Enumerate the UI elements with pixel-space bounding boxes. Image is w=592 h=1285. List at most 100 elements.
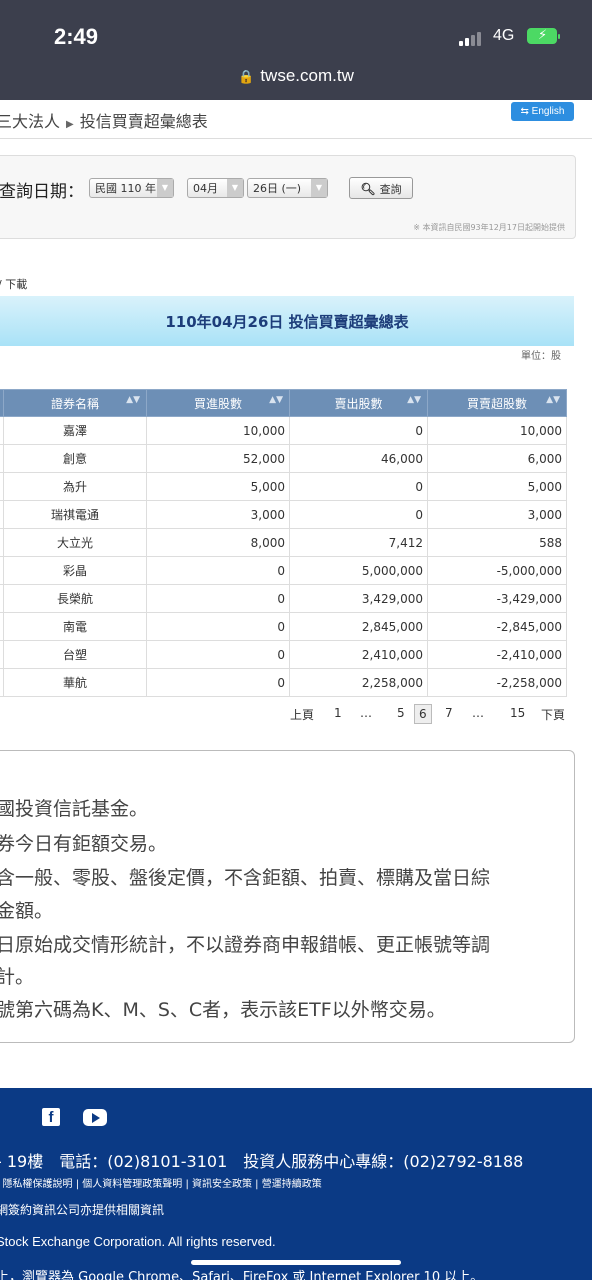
download-link[interactable]: / 下載 (0, 276, 27, 292)
table-row: 華航 0 2,258,000 -2,258,000 (0, 668, 567, 697)
prev-page[interactable]: 上頁 (290, 706, 314, 723)
header-buy[interactable]: 買進股數 ▲▼ (146, 389, 290, 417)
page-ellipsis: … (360, 706, 372, 720)
swap-icon: ⇆ (520, 106, 532, 117)
cell-buy: 0 (146, 556, 290, 585)
youtube-icon[interactable] (83, 1109, 107, 1126)
url-text: twse.com.tw (260, 66, 354, 85)
chevron-down-icon: ▼ (227, 179, 243, 197)
table-row: 台塑 0 2,410,000 -2,410,000 (0, 640, 567, 669)
cell-net: 6,000 (427, 444, 567, 473)
table-row: 為升 5,000 0 5,000 (0, 472, 567, 501)
cell-name[interactable]: 彩晶 (3, 556, 147, 585)
network-type: 4G (493, 27, 515, 44)
cell-net: 10,000 (427, 416, 567, 445)
cell-buy: 52,000 (146, 444, 290, 473)
cell-name[interactable]: 南電 (3, 612, 147, 641)
cell-buy: 10,000 (146, 416, 290, 445)
header-net[interactable]: 買賣超股數 ▲▼ (427, 389, 567, 417)
year-select[interactable]: 民國 110 年 ▼ (89, 178, 174, 198)
day-select[interactable]: 26日 (一) ▼ (247, 178, 328, 198)
summary-table: 證券名稱 ▲▼ 買進股數 ▲▼ 賣出股數 ▲▼ 買賣超股數 ▲▼ 嘉澤 10,000 0 10… (0, 389, 567, 697)
english-button[interactable]: ⇆ English (511, 102, 574, 121)
breadcrumb: 三大法人 ▶ 投信買賣超彙總表 (0, 100, 592, 139)
page-1[interactable]: 1 (334, 706, 342, 720)
cell-sell: 5,000,000 (289, 556, 428, 585)
report-title: 110年04月26日 投信買賣超彙總表 (165, 313, 409, 331)
cell-name[interactable]: 嘉澤 (3, 416, 147, 445)
footer-info: 網簽約資訊公司亦提供相關資訊 (0, 1203, 165, 1217)
query-note: ※ 本資訊自民國93年12月17日起開始提供 (413, 223, 565, 232)
cell-name[interactable]: 瑞祺電通 (3, 500, 147, 529)
browser-top-bar: 2:49 4G ⚡ 🔒 twse.com.tw (0, 0, 592, 100)
month-value: 04月 (193, 182, 218, 195)
page-ellipsis: … (472, 706, 484, 720)
cell-net: 3,000 (427, 500, 567, 529)
page-7[interactable]: 7 (445, 706, 453, 720)
table-row: 彩晶 0 5,000,000 -5,000,000 (0, 556, 567, 585)
cell-sell: 7,412 (289, 528, 428, 557)
sort-icon: ▲▼ (407, 395, 421, 405)
cell-sell: 0 (289, 416, 428, 445)
table-row: 瑞祺電通 3,000 0 3,000 (0, 500, 567, 529)
cell-sell: 2,845,000 (289, 612, 428, 641)
cell-net: -2,845,000 (427, 612, 567, 641)
note-line: 號第六碼為K、M、S、C者，表示該ETF以外幣交易。 (0, 999, 446, 1021)
report-title-band: 110年04月26日 投信買賣超彙總表 (0, 296, 574, 346)
note-line: 計。 (0, 966, 35, 988)
cell-buy: 0 (146, 668, 290, 697)
cell-name[interactable]: 台塑 (3, 640, 147, 669)
cell-net: 588 (427, 528, 567, 557)
cell-net: -3,429,000 (427, 584, 567, 613)
page-15[interactable]: 15 (510, 706, 525, 720)
query-panel: 查詢日期： 民國 110 年 ▼ 04月 ▼ 26日 (一) ▼ 🔍︎ 查詢 ※ 本資訊… (0, 155, 576, 239)
query-button-label: 查詢 (379, 183, 402, 196)
table-row: 創意 52,000 46,000 6,000 (0, 444, 567, 473)
next-page[interactable]: 下頁 (541, 706, 565, 723)
english-label: English (531, 106, 565, 117)
note-line: 含一般、零股、盤後定價，不含鉅額、拍賣、標購及當日綜 (0, 867, 491, 889)
cell-buy: 8,000 (146, 528, 290, 557)
cell-net: 5,000 (427, 472, 567, 501)
breadcrumb-arrow-icon: ▶ (66, 119, 74, 130)
cell-sell: 2,258,000 (289, 668, 428, 697)
month-select[interactable]: 04月 ▼ (187, 178, 244, 198)
page-5[interactable]: 5 (397, 706, 405, 720)
footer-links[interactable]: | 隱私權保護說明 | 個人資料管理政策聲明 | 資訊安全政策 | 營運持續政策 (0, 1175, 322, 1190)
cell-net: -5,000,000 (427, 556, 567, 585)
header-name[interactable]: 證券名稱 ▲▼ (3, 389, 147, 417)
url-bar[interactable]: 🔒 twse.com.tw (0, 66, 592, 86)
cell-sell: 0 (289, 500, 428, 529)
cell-net: -2,258,000 (427, 668, 567, 697)
cell-name[interactable]: 創意 (3, 444, 147, 473)
header-sell[interactable]: 賣出股數 ▲▼ (289, 389, 428, 417)
note-line: 券今日有鉅額交易。 (0, 833, 168, 855)
query-button[interactable]: 🔍︎ 查詢 (349, 177, 413, 199)
breadcrumb-parent[interactable]: 三大法人 (0, 112, 60, 131)
sort-icon: ▲▼ (546, 395, 560, 405)
cell-name[interactable]: 華航 (3, 668, 147, 697)
table-row: 大立光 8,000 7,412 588 (0, 528, 567, 557)
chevron-down-icon: ▼ (157, 179, 173, 197)
cell-name[interactable]: 大立光 (3, 528, 147, 557)
facebook-icon[interactable]: f (42, 1108, 60, 1126)
cell-name[interactable]: 長榮航 (3, 584, 147, 613)
battery-icon: ⚡ (527, 28, 560, 44)
cell-buy: 3,000 (146, 500, 290, 529)
table-row: 長榮航 0 3,429,000 -3,429,000 (0, 584, 567, 613)
cell-sell: 2,410,000 (289, 640, 428, 669)
home-indicator (191, 1260, 401, 1265)
footer-browser-note: 上，瀏覽器為 Google Chrome、Safari、FireFox 或 In… (0, 1270, 484, 1285)
cell-buy: 0 (146, 584, 290, 613)
cell-name[interactable]: 為升 (3, 472, 147, 501)
breadcrumb-current: 投信買賣超彙總表 (79, 112, 208, 131)
cell-sell: 3,429,000 (289, 584, 428, 613)
footer: f - 19樓 電話：(02)8101-3101 投資人服務中心專線：(02)2… (0, 1088, 592, 1285)
lock-icon: 🔒 (238, 69, 255, 84)
cell-sell: 0 (289, 472, 428, 501)
signal-icon (459, 30, 485, 46)
status-time: 2:49 (54, 24, 99, 49)
sort-icon: ▲▼ (269, 395, 283, 405)
page-current: 6 (414, 704, 432, 724)
search-icon: 🔍︎ (360, 182, 376, 196)
